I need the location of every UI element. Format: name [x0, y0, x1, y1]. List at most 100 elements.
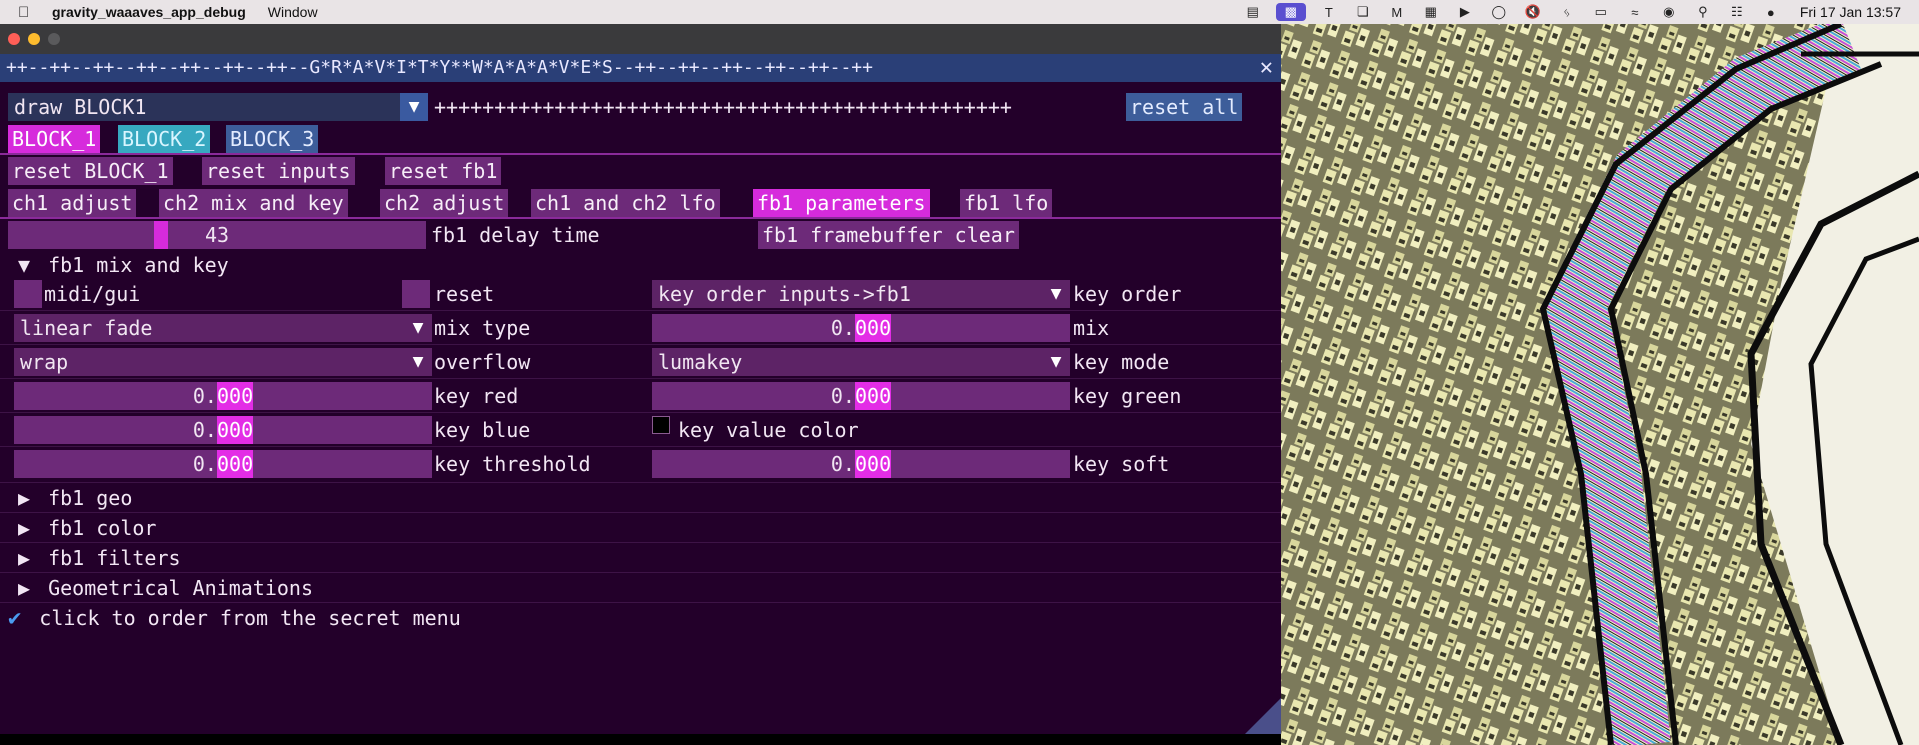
key-order-combo[interactable]: key order inputs->fb1 ▼ — [652, 280, 1070, 308]
tab-block-2[interactable]: BLOCK_2 — [118, 125, 211, 153]
mix-label: mix — [1073, 316, 1110, 340]
grid-icon[interactable]: ▦ — [1420, 3, 1442, 21]
overflow-combo[interactable]: wrap ▼ — [14, 348, 432, 376]
collapsed-arrow-icon: ▶ — [18, 546, 31, 570]
row-divider — [0, 482, 1281, 483]
app-name-menu[interactable]: gravity_waaaves_app_debug — [52, 4, 246, 20]
menu-clock[interactable]: Fri 17 Jan 13:57 — [1800, 4, 1901, 20]
tab-ch2-adjust[interactable]: ch2 adjust — [380, 189, 509, 217]
tab-block-1[interactable]: BLOCK_1 — [8, 125, 101, 153]
chevron-down-icon[interactable]: ▼ — [1042, 348, 1070, 376]
m-icon[interactable]: M — [1386, 3, 1408, 21]
bluetooth-icon[interactable]: ᛃ — [1556, 3, 1578, 21]
chevron-down-icon[interactable]: ▼ — [404, 348, 432, 376]
slider-grab[interactable]: 000 — [854, 314, 892, 342]
secret-menu-row[interactable]: ✔ click to order from the secret menu — [8, 604, 461, 632]
slider-grab[interactable]: 000 — [854, 450, 892, 478]
preview-texture — [1281, 24, 1919, 745]
reset-fb1-button[interactable]: reset fb1 — [385, 157, 502, 185]
row-divider — [0, 602, 1281, 603]
gravity-waaaves-panel: ++--++--++--++--++--++--++--G*R*A*V*I*T*… — [0, 54, 1281, 734]
siri-icon[interactable]: ● — [1760, 3, 1782, 21]
tab-ch2-mix-and-key[interactable]: ch2 mix and key — [159, 189, 348, 217]
resize-grip[interactable] — [1245, 698, 1281, 734]
mix-slider[interactable]: 0.000 — [652, 314, 1070, 342]
chevron-down-icon[interactable]: ▼ — [1042, 280, 1070, 308]
reset-label: reset — [434, 282, 495, 306]
key-green-slider[interactable]: 0.000 — [652, 382, 1070, 410]
key-mode-combo[interactable]: lumakey ▼ — [652, 348, 1070, 376]
midi-gui-checkbox[interactable] — [14, 280, 42, 308]
apple-icon[interactable]:  — [18, 4, 38, 21]
key-soft-slider[interactable]: 0.000 — [652, 450, 1070, 478]
tab-ch1-adjust[interactable]: ch1 adjust — [8, 189, 137, 217]
minimize-window-button[interactable] — [28, 33, 40, 45]
close-icon[interactable]: ✕ — [1260, 54, 1273, 82]
window-title-bar[interactable] — [0, 24, 1281, 54]
fb1-geo-header[interactable]: ▶ fb1 geo — [18, 484, 132, 512]
tab-fb1-lfo[interactable]: fb1 lfo — [960, 189, 1053, 217]
tab-block-3[interactable]: BLOCK_3 — [226, 125, 319, 153]
mute-icon[interactable]: 🔇 — [1522, 3, 1544, 21]
zoom-window-button[interactable] — [48, 33, 60, 45]
play-icon[interactable]: ▶ — [1454, 3, 1476, 21]
window-bottom-border — [0, 734, 1281, 745]
slider-grab[interactable]: 000 — [216, 450, 254, 478]
row-divider — [0, 572, 1281, 573]
key-red-slider[interactable]: 0.000 — [14, 382, 432, 410]
draw-block-combo[interactable]: draw BLOCK1 ▼ — [8, 93, 428, 121]
reset-inputs-button[interactable]: reset inputs — [202, 157, 355, 185]
tab-fb1-parameters[interactable]: fb1 parameters — [753, 189, 930, 217]
geometrical-animations-header[interactable]: ▶ Geometrical Animations — [18, 574, 313, 602]
status-tray: ▤ ▩ T ❏ M ▦ ▶ ◯ 🔇 ᛃ ▭ ≈ ◉ ⚲ ☷ ● Fri 17 J… — [1230, 3, 1901, 21]
fb1-filters-header[interactable]: ▶ fb1 filters — [18, 544, 181, 572]
cast-icon[interactable]: ▤ — [1242, 3, 1264, 21]
slider-grab[interactable] — [154, 221, 168, 249]
key-threshold-label: key threshold — [434, 452, 591, 476]
tab-underline — [0, 153, 1281, 155]
mix-type-label: mix type — [434, 316, 531, 340]
key-red-label: key red — [434, 384, 519, 408]
slider-grab[interactable]: 000 — [216, 382, 254, 410]
search-icon[interactable]: ⚲ — [1692, 3, 1714, 21]
wifi-icon[interactable]: ≈ — [1624, 3, 1646, 21]
row-divider — [0, 344, 1281, 345]
key-value-color-swatch[interactable] — [652, 416, 670, 434]
draw-block-value: draw BLOCK1 — [14, 95, 147, 119]
slider-grab[interactable]: 000 — [216, 416, 254, 444]
key-blue-slider[interactable]: 0.000 — [14, 416, 432, 444]
close-window-button[interactable] — [8, 33, 20, 45]
fb1-mix-and-key-header[interactable]: ▼ fb1 mix and key — [18, 251, 229, 279]
fb1-color-header[interactable]: ▶ fb1 color — [18, 514, 156, 542]
user-icon[interactable]: ◉ — [1658, 3, 1680, 21]
layers-icon[interactable]: ❏ — [1352, 3, 1374, 21]
timer-icon[interactable]: ◯ — [1488, 3, 1510, 21]
chevron-down-icon[interactable]: ▼ — [404, 314, 432, 342]
slider-grab[interactable]: 000 — [854, 382, 892, 410]
window-menu[interactable]: Window — [268, 4, 318, 20]
reset-checkbox[interactable] — [402, 280, 430, 308]
collapsed-arrow-icon: ▶ — [18, 486, 31, 510]
reset-all-button[interactable]: reset all — [1126, 93, 1243, 121]
chevron-down-icon[interactable]: ▼ — [400, 93, 428, 121]
reset-block-1-button[interactable]: reset BLOCK_1 — [8, 157, 173, 185]
key-threshold-slider[interactable]: 0.000 — [14, 450, 432, 478]
secret-menu-label: click to order from the secret menu — [39, 606, 461, 630]
key-soft-label: key soft — [1073, 452, 1170, 476]
panel-title-bar[interactable]: ++--++--++--++--++--++--++--G*R*A*V*I*T*… — [0, 54, 1281, 82]
tab-ch1-ch2-lfo[interactable]: ch1 and ch2 lfo — [531, 189, 720, 217]
fb1-delay-time-slider[interactable]: 43 — [8, 221, 426, 249]
control-center-icon[interactable]: ☷ — [1726, 3, 1748, 21]
screen-mirror-icon[interactable]: ▩ — [1275, 3, 1306, 21]
text-icon[interactable]: T — [1318, 3, 1340, 21]
row-divider — [0, 446, 1281, 447]
checkmark-icon[interactable]: ✔ — [8, 606, 21, 631]
mix-type-value: linear fade — [20, 316, 153, 340]
battery-icon[interactable]: ▭ — [1590, 3, 1612, 21]
fb1-framebuffer-clear-button[interactable]: fb1 framebuffer clear — [758, 221, 1019, 249]
mix-type-combo[interactable]: linear fade ▼ — [14, 314, 432, 342]
collapsed-arrow-icon: ▶ — [18, 516, 31, 540]
row-divider — [0, 412, 1281, 413]
overflow-label: overflow — [434, 350, 531, 374]
row-divider — [0, 512, 1281, 513]
